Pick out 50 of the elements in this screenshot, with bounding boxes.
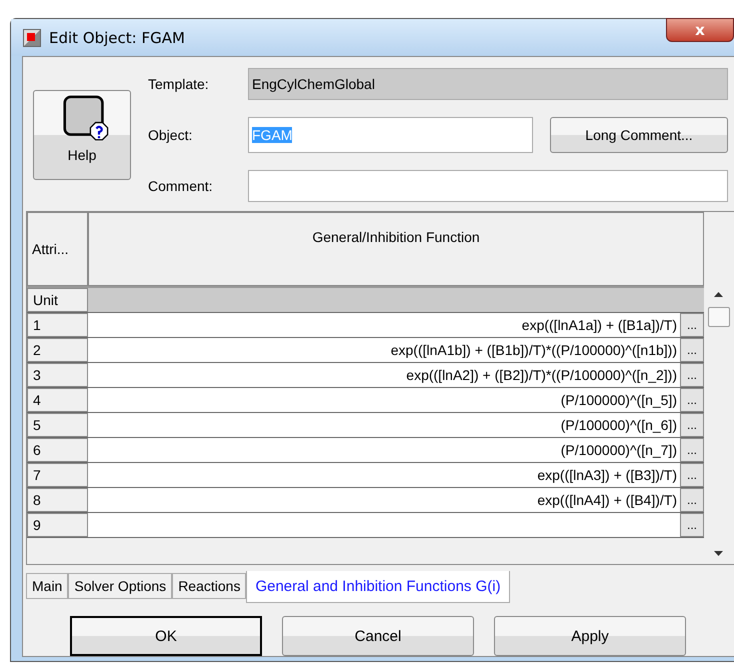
table-cell[interactable]: (P/100000)^([n_7]) — [88, 438, 680, 462]
ellipsis-button[interactable]: ... — [680, 363, 704, 387]
table-cell[interactable]: exp(([lnA1a]) + ([B1a])/T) — [88, 313, 680, 337]
row-header: 5 — [27, 413, 88, 437]
dialog-button[interactable]: Cancel — [282, 616, 474, 656]
help-button[interactable]: Help — [33, 90, 131, 180]
row-header: 3 — [27, 363, 88, 387]
ellipsis-button[interactable]: ... — [680, 338, 704, 362]
row-header: 7 — [27, 463, 88, 487]
ellipsis-button[interactable]: ... — [680, 488, 704, 512]
table-cell[interactable]: exp(([lnA2]) + ([B2])/T)*((P/100000)^([n_2])) — [88, 363, 680, 387]
long-comment-button[interactable]: Long Comment... — [550, 116, 728, 153]
scroll-up-icon[interactable] — [714, 292, 723, 297]
ellipsis-button[interactable]: ... — [680, 388, 704, 412]
app-icon — [23, 28, 41, 46]
ellipsis-button[interactable]: ... — [680, 513, 704, 537]
table-cell[interactable] — [88, 513, 680, 537]
ellipsis-button[interactable]: ... — [680, 413, 704, 437]
ellipsis-button[interactable]: ... — [680, 463, 704, 487]
scroll-thumb[interactable] — [708, 307, 730, 327]
table-cell[interactable]: (P/100000)^([n_5]) — [88, 388, 680, 412]
row-header: 4 — [27, 388, 88, 412]
scrollbar[interactable] — [707, 292, 730, 556]
template-label: Template: — [148, 76, 210, 92]
comment-field[interactable] — [248, 170, 728, 202]
table-cell[interactable]: exp(([lnA4]) + ([B4])/T) — [88, 488, 680, 512]
ellipsis-button[interactable]: ... — [680, 313, 704, 337]
column-header: General/Inhibition Function — [88, 212, 704, 286]
row-header: 6 — [27, 438, 88, 462]
row-header: Unit — [27, 288, 88, 312]
column-header: Attri... — [27, 212, 88, 286]
ellipsis-button[interactable]: ... — [680, 438, 704, 462]
object-label: Object: — [148, 126, 194, 143]
row-header: 8 — [27, 488, 88, 512]
table-cell[interactable]: (P/100000)^([n_6]) — [88, 413, 680, 437]
dialog-button[interactable]: Apply — [494, 616, 686, 656]
table-cell[interactable]: exp(([lnA3]) + ([B3])/T) — [88, 463, 680, 487]
row-header: 9 — [27, 513, 88, 537]
tab[interactable]: Solver Options — [68, 573, 172, 599]
window-title: Edit Object: FGAM — [49, 28, 185, 46]
tab[interactable]: Main — [26, 573, 68, 599]
row-header: 1 — [27, 313, 88, 337]
row-header: 2 — [27, 338, 88, 362]
comment-label: Comment: — [148, 178, 214, 194]
table-cell[interactable]: exp(([lnA1b]) + ([B1b])/T)*((P/100000)^([n1b])) — [88, 338, 680, 362]
template-field[interactable]: EngCylChemGlobal — [248, 68, 728, 100]
tab[interactable]: Reactions — [172, 573, 246, 599]
tab[interactable]: General and Inhibition Functions G(i) — [246, 571, 510, 603]
dialog-button[interactable]: OK — [70, 616, 262, 656]
scroll-down-icon[interactable] — [714, 551, 723, 556]
